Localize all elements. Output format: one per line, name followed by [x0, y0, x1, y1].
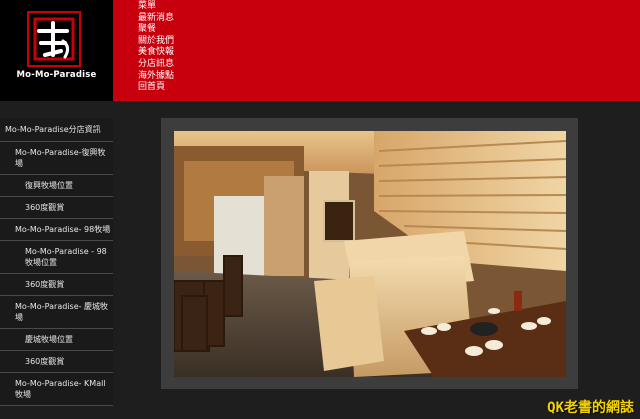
sidebar: Mo-Mo-Paradise分店資訊 Mo-Mo-Paradise-復興牧場 復…: [0, 118, 113, 406]
nav-item-news[interactable]: 最新消息: [138, 13, 174, 25]
sidebar-item-fuxing-location[interactable]: 復興牧場位置: [0, 175, 113, 197]
watermark: QK老書的網誌: [547, 400, 634, 416]
sidebar-item-98-ranch[interactable]: Mo-Mo-Paradise- 98牧場: [0, 219, 113, 241]
site-header: Mo-Mo-Paradise 菜單 最新消息 聚餐 關於我們 美食快報 分店訊息…: [0, 0, 640, 101]
nav-item-branches[interactable]: 分店訊息: [138, 59, 174, 71]
logo-mark-icon: [27, 11, 81, 67]
sidebar-item-98-location[interactable]: Mo-Mo-Paradise - 98牧場位置: [0, 241, 113, 274]
nav-item-party[interactable]: 聚餐: [138, 24, 174, 36]
nav-item-overseas[interactable]: 海外據點: [138, 71, 174, 83]
nav-item-menu[interactable]: 菜單: [138, 1, 174, 13]
sidebar-item-branch-info[interactable]: Mo-Mo-Paradise分店資訊: [0, 118, 113, 142]
logo-brand-text: Mo-Mo-Paradise: [16, 70, 97, 80]
nav-item-home[interactable]: 回首頁: [138, 82, 174, 94]
top-nav: 菜單 最新消息 聚餐 關於我們 美食快報 分店訊息 海外據點 回首頁: [138, 1, 174, 94]
sidebar-item-fuxing-360[interactable]: 360度觀賞: [0, 197, 113, 219]
nav-item-about[interactable]: 關於我們: [138, 36, 174, 48]
sidebar-item-qingcheng-location[interactable]: 慶城牧場位置: [0, 329, 113, 351]
restaurant-interior-photo: [174, 131, 566, 377]
sidebar-item-kmall-ranch[interactable]: Mo-Mo-Paradise- KMall牧場: [0, 373, 113, 406]
logo[interactable]: Mo-Mo-Paradise: [0, 0, 113, 101]
sidebar-item-qingcheng-360[interactable]: 360度觀賞: [0, 351, 113, 373]
sidebar-item-qingcheng-ranch[interactable]: Mo-Mo-Paradise- 慶城牧場: [0, 296, 113, 329]
main-content: [161, 118, 578, 389]
nav-item-food-news[interactable]: 美食快報: [138, 47, 174, 59]
sidebar-item-98-360[interactable]: 360度觀賞: [0, 274, 113, 296]
sidebar-item-fuxing-ranch[interactable]: Mo-Mo-Paradise-復興牧場: [0, 142, 113, 175]
